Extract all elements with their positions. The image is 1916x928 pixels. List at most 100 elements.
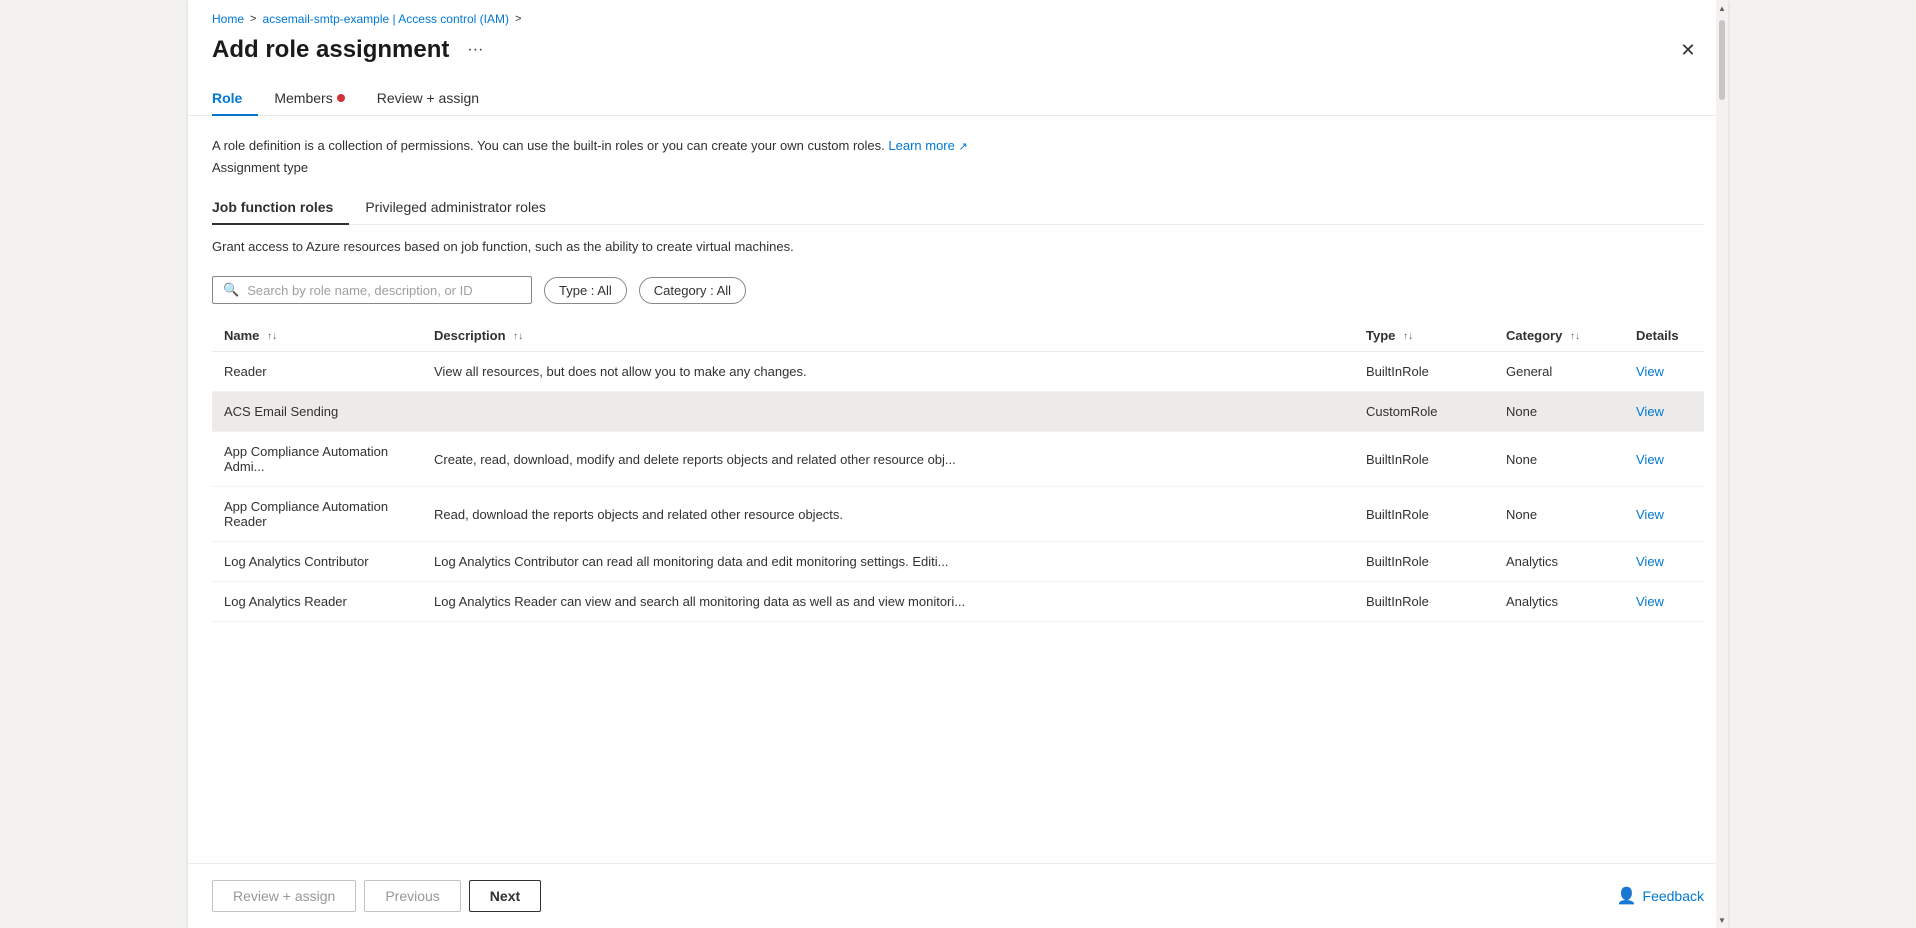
table-body: Reader View all resources, but does not …	[212, 352, 1704, 622]
tab-members-label: Members	[274, 90, 332, 106]
category-filter-label: Category : All	[654, 283, 731, 298]
next-button[interactable]: Next	[469, 880, 541, 912]
type-filter-label: Type : All	[559, 283, 612, 298]
cell-category-4: Analytics	[1494, 542, 1624, 582]
feedback-button[interactable]: 👤 Feedback	[1617, 886, 1704, 906]
cell-type-4: BuiltInRole	[1354, 542, 1494, 582]
cell-type-5: BuiltInRole	[1354, 582, 1494, 622]
table-row[interactable]: App Compliance Automation Admi... Create…	[212, 432, 1704, 487]
cell-name-5: Log Analytics Reader	[212, 582, 422, 622]
table-header-row: Name ↑↓ Description ↑↓ Type ↑↓	[212, 320, 1704, 352]
cell-description-0: View all resources, but does not allow y…	[422, 352, 1354, 392]
grant-text: Grant access to Azure resources based on…	[212, 237, 1704, 257]
cell-type-3: BuiltInRole	[1354, 487, 1494, 542]
table-row[interactable]: App Compliance Automation Reader Read, d…	[212, 487, 1704, 542]
role-description: A role definition is a collection of per…	[212, 136, 1704, 156]
cell-description-5: Log Analytics Reader can view and search…	[422, 582, 1354, 622]
main-content: A role definition is a collection of per…	[188, 116, 1728, 863]
table-row[interactable]: Reader View all resources, but does not …	[212, 352, 1704, 392]
sub-tab-job-function-label: Job function roles	[212, 199, 333, 215]
col-details-label: Details	[1636, 328, 1679, 343]
sub-tab-job-function[interactable]: Job function roles	[212, 191, 349, 225]
main-tabs: Role Members Review + assign	[188, 66, 1728, 116]
sub-tabs: Job function roles Privileged administra…	[212, 191, 1704, 225]
cell-type-2: BuiltInRole	[1354, 432, 1494, 487]
search-input[interactable]	[247, 283, 521, 298]
breadcrumb: Home > acsemail-smtp-example | Access co…	[188, 0, 1728, 26]
cell-type-0: BuiltInRole	[1354, 352, 1494, 392]
cell-details-5[interactable]: View	[1624, 582, 1704, 622]
cell-category-5: Analytics	[1494, 582, 1624, 622]
table-row[interactable]: Log Analytics Reader Log Analytics Reade…	[212, 582, 1704, 622]
scroll-up-arrow[interactable]: ▲	[1716, 0, 1728, 16]
breadcrumb-sep-1: >	[250, 13, 256, 25]
sub-tab-privileged-admin-label: Privileged administrator roles	[365, 199, 546, 215]
col-desc-label: Description	[434, 328, 506, 343]
cell-details-1[interactable]: View	[1624, 392, 1704, 432]
col-header-category[interactable]: Category ↑↓	[1494, 320, 1624, 352]
cell-details-3[interactable]: View	[1624, 487, 1704, 542]
col-header-description[interactable]: Description ↑↓	[422, 320, 1354, 352]
tab-role[interactable]: Role	[212, 82, 258, 116]
col-header-type[interactable]: Type ↑↓	[1354, 320, 1494, 352]
search-box[interactable]: 🔍	[212, 276, 532, 304]
scrollbar-thumb[interactable]	[1719, 20, 1725, 100]
roles-table: Name ↑↓ Description ↑↓ Type ↑↓	[212, 320, 1704, 622]
description-sort-arrows[interactable]: ↑↓	[513, 331, 523, 342]
name-sort-arrows[interactable]: ↑↓	[267, 331, 277, 342]
view-link-2[interactable]: View	[1636, 452, 1664, 467]
cell-details-4[interactable]: View	[1624, 542, 1704, 582]
cell-name-1: ACS Email Sending	[212, 392, 422, 432]
cell-category-3: None	[1494, 487, 1624, 542]
table-row[interactable]: Log Analytics Contributor Log Analytics …	[212, 542, 1704, 582]
col-type-label: Type	[1366, 328, 1395, 343]
tab-role-label: Role	[212, 90, 242, 106]
cell-type-1: CustomRole	[1354, 392, 1494, 432]
view-link-5[interactable]: View	[1636, 594, 1664, 609]
breadcrumb-resource[interactable]: acsemail-smtp-example | Access control (…	[262, 12, 509, 26]
sub-tab-privileged-admin[interactable]: Privileged administrator roles	[349, 191, 562, 225]
cell-name-0: Reader	[212, 352, 422, 392]
view-link-0[interactable]: View	[1636, 364, 1664, 379]
page-title: Add role assignment	[212, 36, 449, 64]
review-assign-button[interactable]: Review + assign	[212, 880, 356, 912]
tab-review-assign-label: Review + assign	[377, 90, 479, 106]
cell-category-1: None	[1494, 392, 1624, 432]
tab-review-assign[interactable]: Review + assign	[361, 82, 495, 116]
type-sort-arrows[interactable]: ↑↓	[1403, 331, 1413, 342]
category-sort-arrows[interactable]: ↑↓	[1570, 331, 1580, 342]
scrollbar[interactable]: ▲ ▼	[1716, 0, 1728, 928]
breadcrumb-home[interactable]: Home	[212, 12, 244, 26]
breadcrumb-sep-2: >	[515, 13, 521, 25]
roles-table-container: Name ↑↓ Description ↑↓ Type ↑↓	[212, 320, 1704, 863]
cell-details-0[interactable]: View	[1624, 352, 1704, 392]
col-header-name[interactable]: Name ↑↓	[212, 320, 422, 352]
table-row[interactable]: ACS Email Sending CustomRole None View	[212, 392, 1704, 432]
view-link-1[interactable]: View	[1636, 404, 1664, 419]
header-ellipsis-button[interactable]: ···	[461, 37, 489, 63]
panel-header: Add role assignment ··· ✕	[188, 26, 1728, 66]
close-button[interactable]: ✕	[1672, 34, 1704, 66]
cell-name-4: Log Analytics Contributor	[212, 542, 422, 582]
col-cat-label: Category	[1506, 328, 1562, 343]
footer: Review + assign Previous Next 👤 Feedback	[188, 863, 1728, 928]
col-header-details: Details	[1624, 320, 1704, 352]
view-link-4[interactable]: View	[1636, 554, 1664, 569]
view-link-3[interactable]: View	[1636, 507, 1664, 522]
tab-members[interactable]: Members	[258, 82, 360, 116]
feedback-label: Feedback	[1643, 888, 1704, 904]
external-link-icon: ↗	[958, 141, 967, 153]
category-filter-pill[interactable]: Category : All	[639, 277, 746, 304]
type-filter-pill[interactable]: Type : All	[544, 277, 627, 304]
learn-more-link[interactable]: Learn more ↗	[888, 138, 967, 153]
previous-button[interactable]: Previous	[364, 880, 460, 912]
cell-name-2: App Compliance Automation Admi...	[212, 432, 422, 487]
cell-name-3: App Compliance Automation Reader	[212, 487, 422, 542]
footer-left-buttons: Review + assign Previous Next	[212, 880, 541, 912]
scroll-down-arrow[interactable]: ▼	[1716, 912, 1728, 928]
learn-more-label: Learn more	[888, 138, 954, 153]
members-notification-dot	[337, 94, 345, 102]
cell-details-2[interactable]: View	[1624, 432, 1704, 487]
cell-description-2: Create, read, download, modify and delet…	[422, 432, 1354, 487]
cell-category-0: General	[1494, 352, 1624, 392]
